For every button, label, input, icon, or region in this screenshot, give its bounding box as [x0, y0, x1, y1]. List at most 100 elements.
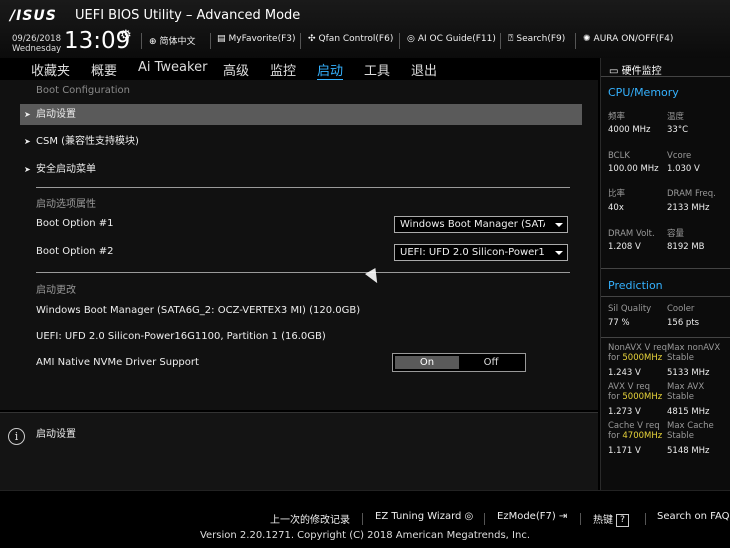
- window-title: UEFI BIOS Utility – Advanced Mode: [75, 8, 301, 23]
- bulb-icon: ◎: [407, 34, 415, 44]
- cpu-memory-section: CPU/Memory: [608, 86, 679, 99]
- toggle-off[interactable]: Off: [459, 356, 523, 369]
- search-icon: ⍰: [508, 34, 514, 44]
- monitor-value: 1.208 V: [608, 242, 641, 252]
- language-button[interactable]: ⊕ 简体中文: [149, 34, 196, 47]
- divider: [601, 296, 730, 297]
- tab-monitor[interactable]: 监控: [270, 60, 296, 79]
- divider: [601, 76, 730, 77]
- monitor-title: ▭ 硬件监控: [609, 66, 662, 77]
- globe-icon: ⊕: [149, 37, 157, 47]
- asus-logo: /ISUS: [10, 8, 57, 24]
- search-faq-button[interactable]: Search on FAQ: [657, 511, 730, 522]
- main-tabs: 收藏夹 概要 Ai Tweaker 高级 监控 启动 工具 退出: [0, 58, 600, 80]
- search-button[interactable]: ⍰ Search(F9): [508, 34, 565, 44]
- monitor-value: 2133 MHz: [667, 203, 710, 213]
- monitor-label: Cooler: [667, 304, 695, 314]
- footer-divider: [484, 513, 485, 525]
- tab-boot[interactable]: 启动: [317, 60, 344, 80]
- chevron-right-icon: ➤: [24, 165, 31, 174]
- weekday: Wednesday: [12, 44, 62, 54]
- header-divider: [399, 33, 400, 49]
- ai-oc-guide-button[interactable]: ◎ AI OC Guide(F11): [407, 34, 496, 44]
- monitor-label: Max AVX Stable: [667, 382, 705, 402]
- monitor-value: 8192 MB: [667, 242, 705, 252]
- hardware-monitor-panel: ▭ 硬件监控 CPU/Memory 频率 4000 MHz 温度 33°C BC…: [600, 58, 730, 490]
- monitor-label: Vcore: [667, 151, 692, 161]
- divider: [601, 337, 730, 338]
- monitor-value: 5148 MHz: [667, 446, 710, 456]
- nvme-driver-label: AMI Native NVMe Driver Support: [36, 357, 199, 368]
- hotkeys-button[interactable]: 热键?: [593, 511, 629, 527]
- help-info-panel: i 启动设置: [0, 412, 598, 490]
- monitor-value: 156 pts: [667, 318, 700, 328]
- exit-arrow-icon: ⇥: [555, 511, 568, 522]
- monitor-label: Sil Quality: [608, 304, 652, 314]
- monitor-label: AVX V req for 5000MHz: [608, 382, 663, 402]
- divider: [601, 268, 730, 269]
- monitor-label: Cache V req for 4700MHz: [608, 421, 663, 441]
- monitor-label: NonAVX V req for 5000MHz: [608, 343, 668, 363]
- aura-toggle-button[interactable]: ✺ AURA ON/OFF(F4): [583, 34, 673, 44]
- caret-down-icon: [555, 251, 563, 255]
- monitor-value: 40x: [608, 203, 624, 213]
- header-divider: [300, 33, 301, 49]
- info-icon: i: [8, 428, 25, 445]
- monitor-value: 1.243 V: [608, 368, 641, 378]
- monitor-label: Max nonAVX Stable: [667, 343, 721, 363]
- help-icon: ?: [616, 513, 629, 527]
- breadcrumb: Boot Configuration: [36, 85, 131, 96]
- boot-override-item[interactable]: UEFI: UFD 2.0 Silicon-Power16G1100, Part…: [36, 331, 326, 342]
- monitor-value: 1.030 V: [667, 164, 700, 174]
- header-divider: [500, 33, 501, 49]
- chevron-right-icon: ➤: [24, 137, 31, 146]
- boot-override-item[interactable]: Windows Boot Manager (SATA6G_2: OCZ-VERT…: [36, 305, 360, 316]
- footer-divider: [645, 513, 646, 525]
- monitor-value: 5133 MHz: [667, 368, 710, 378]
- monitor-label: DRAM Volt.: [608, 229, 655, 239]
- fan-icon: ✣: [308, 34, 316, 44]
- monitor-value: 4815 MHz: [667, 407, 710, 417]
- monitor-label: 容量: [667, 229, 685, 239]
- header-bar: /ISUS UEFI BIOS Utility – Advanced Mode …: [0, 0, 730, 58]
- gear-icon[interactable]: ⚙: [120, 28, 132, 43]
- menu-item-csm[interactable]: ➤ CSM (兼容性支持模块): [20, 131, 582, 152]
- menu-item-boot-settings[interactable]: ➤ 启动设置: [20, 104, 582, 125]
- monitor-label: BCLK: [608, 151, 630, 161]
- ez-tuning-wizard-button[interactable]: EZ Tuning Wizard ◎: [375, 511, 473, 522]
- boot-option-2-select[interactable]: UEFI: UFD 2.0 Silicon-Power16G1100, Part…: [394, 244, 568, 261]
- tab-tool[interactable]: 工具: [364, 60, 390, 79]
- monitor-value: 77 %: [608, 318, 630, 328]
- nvme-driver-toggle[interactable]: On Off: [392, 353, 526, 372]
- copyright-text: Version 2.20.1271. Copyright (C) 2018 Am…: [199, 530, 531, 541]
- boot-option-1-select[interactable]: Windows Boot Manager (SATA6G_2: OCZ-VERT…: [394, 216, 568, 233]
- monitor-value: 4000 MHz: [608, 125, 651, 135]
- divider: [36, 187, 570, 188]
- monitor-value: 33°C: [667, 125, 689, 135]
- last-modified-button[interactable]: 上一次的修改记录: [270, 511, 350, 526]
- tab-ai-tweaker[interactable]: Ai Tweaker: [138, 60, 207, 75]
- footer-bar: 上一次的修改记录 EZ Tuning Wizard ◎ EzMode(F7) ⇥…: [0, 490, 730, 548]
- aura-icon: ✺: [583, 34, 591, 44]
- monitor-value: 1.171 V: [608, 446, 641, 456]
- menu-item-secure-boot[interactable]: ➤ 安全启动菜单: [20, 159, 582, 180]
- myfavorite-button[interactable]: ▤ MyFavorite(F3): [217, 34, 296, 44]
- monitor-value: 100.00 MHz: [608, 164, 659, 174]
- monitor-label: DRAM Freq.: [667, 189, 716, 199]
- tab-exit[interactable]: 退出: [411, 60, 437, 79]
- boot-option-1-label: Boot Option #1: [36, 218, 114, 229]
- footer-divider: [362, 513, 363, 525]
- ezmode-button[interactable]: EzMode(F7) ⇥: [497, 511, 567, 522]
- monitor-label: 频率: [608, 112, 626, 122]
- header-divider: [210, 33, 211, 49]
- header-divider: [141, 33, 142, 49]
- tab-overview[interactable]: 概要: [91, 60, 117, 79]
- qfan-control-button[interactable]: ✣ Qfan Control(F6): [308, 34, 393, 44]
- date-display: 09/26/2018 Wednesday: [12, 34, 61, 54]
- tab-advanced[interactable]: 高级: [223, 60, 249, 79]
- monitor-label: 温度: [667, 112, 685, 122]
- prediction-section: Prediction: [608, 279, 663, 292]
- monitor-label: 比率: [608, 189, 626, 199]
- toggle-on[interactable]: On: [395, 356, 459, 369]
- tab-favorites[interactable]: 收藏夹: [31, 60, 70, 79]
